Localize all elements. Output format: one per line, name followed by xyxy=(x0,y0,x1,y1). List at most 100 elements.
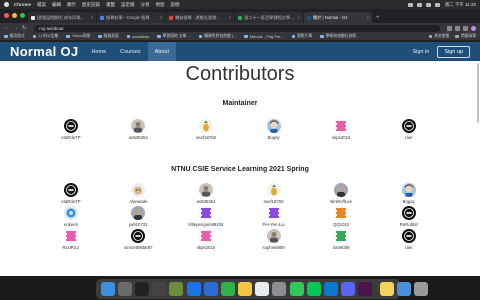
browser-tab-active[interactable]: 關於 | Normal - OJ × xyxy=(304,12,372,23)
contributor-card[interactable]: sophie6909 xyxy=(240,229,308,252)
contributor-card[interactable]: Pei-Yen-Liu xyxy=(240,206,308,229)
avatar[interactable] xyxy=(63,119,78,133)
avatar[interactable] xyxy=(131,229,146,243)
messages-icon[interactable] xyxy=(289,282,304,296)
contributor-card[interactable]: BirkhoffLee xyxy=(307,183,375,206)
wifi-icon[interactable] xyxy=(407,2,413,7)
contributor-card[interactable]: jw910731 xyxy=(105,206,173,229)
new-tab-button[interactable]: + xyxy=(376,15,380,21)
contributor-card[interactable]: eokeeli xyxy=(37,206,105,229)
contributor-card[interactable]: simon0955687 xyxy=(105,229,173,252)
apple-icon[interactable] xyxy=(4,2,9,7)
avatar[interactable] xyxy=(334,229,349,243)
app-icon[interactable] xyxy=(152,282,167,296)
avatar[interactable] xyxy=(401,183,416,197)
contributor-card[interactable]: as535364 xyxy=(172,183,240,206)
bookmark-item[interactable]: Yahoo奇摩 xyxy=(66,34,90,39)
bookmark-item[interactable]: JJ 的公告集 xyxy=(32,34,58,39)
menu-profiles[interactable]: 設定檔 xyxy=(121,2,135,8)
forward-icon[interactable]: → xyxy=(13,25,18,31)
search-icon[interactable] xyxy=(425,2,431,7)
back-icon[interactable]: ← xyxy=(4,25,9,31)
tab-close-icon[interactable]: × xyxy=(160,15,162,20)
discord-icon[interactable] xyxy=(341,282,356,296)
menubar-clock[interactable]: 週二 下午 11:20 xyxy=(445,2,476,8)
avatar[interactable] xyxy=(63,229,78,243)
bookmark-item[interactable]: 應用程式 xyxy=(4,34,25,39)
minimize-window-icon[interactable] xyxy=(12,13,17,18)
keynote-icon[interactable] xyxy=(203,282,218,296)
contributor-card[interactable]: Uier xyxy=(375,229,443,252)
xcode-icon[interactable] xyxy=(186,282,201,296)
avatar[interactable] xyxy=(266,206,281,220)
nav-link-home[interactable]: Home xyxy=(84,42,113,61)
tab-close-icon[interactable]: × xyxy=(91,15,93,20)
sign-up-button[interactable]: Sign up xyxy=(437,45,470,58)
avatar[interactable] xyxy=(63,183,78,197)
avatar[interactable] xyxy=(198,206,213,220)
menu-help[interactable]: 說明 xyxy=(171,2,180,8)
bookmark-item[interactable]: 服務頁面 xyxy=(98,34,119,39)
chrome-icon[interactable] xyxy=(255,282,270,296)
address-bar[interactable]: noj.tw/about xyxy=(34,24,440,32)
photos-icon[interactable] xyxy=(238,282,253,296)
extension-icon[interactable] xyxy=(447,25,452,31)
contributor-card[interactable]: skps2010 xyxy=(172,229,240,252)
control-center-icon[interactable] xyxy=(434,2,440,7)
avatar[interactable] xyxy=(131,206,146,220)
launchpad-icon[interactable] xyxy=(117,282,132,296)
browser-tab[interactable]: 職缺搜尋 - 遊戲社遊戲 ... × xyxy=(166,12,234,23)
bookmark-folder[interactable]: 閱讀清單 xyxy=(455,34,476,39)
bookmark-item[interactable]: Mikunie - Play Fre... xyxy=(244,35,284,39)
contributor-card[interactable]: Uier xyxy=(375,119,443,142)
browser-tab[interactable]: 搜尋結果 - Google 搜尋 × xyxy=(97,12,165,23)
downloads-icon[interactable] xyxy=(396,282,411,296)
contributor-card[interactable]: Bogay xyxy=(240,119,308,142)
bookmark-item[interactable]: 學習園地 文章 ... xyxy=(157,34,191,39)
reload-icon[interactable]: ↻ xyxy=(22,25,26,31)
contributor-card[interactable]: QQ1010 xyxy=(307,206,375,229)
contributor-card[interactable]: asef18766 xyxy=(172,119,240,142)
settings-icon[interactable] xyxy=(272,282,287,296)
zoom-window-icon[interactable] xyxy=(20,13,25,18)
minecraft-icon[interactable] xyxy=(169,282,184,296)
avatar[interactable] xyxy=(401,229,416,243)
nav-link-about[interactable]: About xyxy=(147,42,176,61)
nav-link-courses[interactable]: Courses xyxy=(113,42,147,61)
avatar[interactable] xyxy=(198,119,213,133)
vscode-icon[interactable] xyxy=(324,282,339,296)
menu-file[interactable]: 檔案 xyxy=(37,2,46,8)
bookmark-item[interactable]: 購買免費包遊戲 (... xyxy=(198,34,236,39)
notes-icon[interactable] xyxy=(379,282,394,296)
bookmark-item[interactable]: 學術與遊戲社技術... xyxy=(320,34,359,39)
contributor-card[interactable]: Alanaade xyxy=(105,183,173,206)
avatar[interactable] xyxy=(334,206,349,220)
bookmark-folder[interactable]: 其他書籤 xyxy=(428,34,449,39)
extension-icon[interactable] xyxy=(455,25,460,31)
menu-edit[interactable]: 編輯 xyxy=(52,2,61,8)
finder-icon[interactable] xyxy=(100,282,115,296)
bookmark-item[interactable]: 電影片單 xyxy=(291,34,312,39)
line-icon[interactable] xyxy=(306,282,321,296)
avatar[interactable] xyxy=(401,119,416,133)
menu-tab[interactable]: 分頁 xyxy=(141,2,150,8)
contributor-card[interactable]: RuRobbit xyxy=(375,206,443,229)
menu-bookmarks[interactable]: 書籤 xyxy=(106,2,115,8)
contributor-card[interactable]: toto6038 xyxy=(307,229,375,252)
site-brand-logo[interactable]: Normal OJ xyxy=(0,44,84,59)
contributor-card[interactable]: skps2010 xyxy=(307,119,375,142)
avatar[interactable] xyxy=(334,183,349,197)
browser-tab[interactable]: 週二十一區哲學課程文學遊戲 × xyxy=(235,12,303,23)
tab-close-icon[interactable]: × xyxy=(229,15,231,20)
contributor-card[interactable]: RUJRSJ xyxy=(37,229,105,252)
close-window-icon[interactable] xyxy=(4,13,9,18)
tab-close-icon[interactable]: × xyxy=(367,15,369,20)
avatar[interactable] xyxy=(266,229,281,243)
avatar[interactable] xyxy=(401,206,416,220)
terminal-icon[interactable] xyxy=(134,282,149,296)
slack-icon[interactable] xyxy=(358,282,373,296)
trash-icon[interactable] xyxy=(413,282,428,296)
tab-close-icon[interactable]: × xyxy=(298,15,300,20)
avatar[interactable] xyxy=(334,119,349,133)
contributor-card[interactable]: as535364 xyxy=(105,119,173,142)
